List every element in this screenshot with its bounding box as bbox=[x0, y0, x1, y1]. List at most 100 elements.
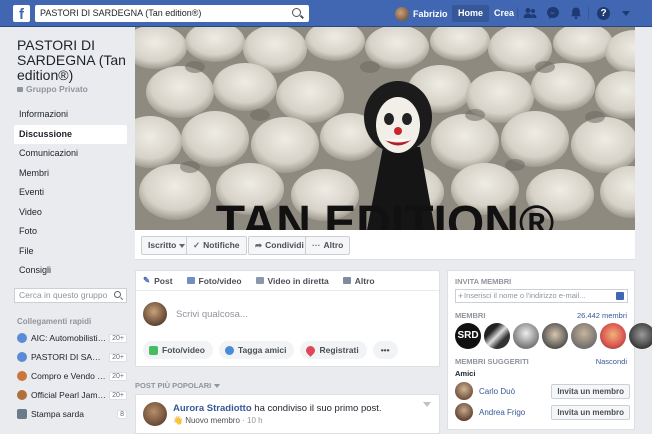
more-options-button[interactable]: ••• bbox=[372, 341, 398, 359]
avatar bbox=[395, 6, 409, 21]
shortcut-item[interactable]: PASTORI DI SARDEGN... 20+ bbox=[17, 348, 127, 366]
nav-item-consigli[interactable]: Consigli bbox=[14, 261, 127, 281]
nav-item-informazioni[interactable]: Informazioni bbox=[14, 105, 127, 125]
member-avatar[interactable]: SRD bbox=[455, 323, 481, 349]
group-search-input[interactable]: Cerca in questo gruppo bbox=[14, 288, 127, 303]
search-icon[interactable] bbox=[114, 291, 121, 298]
user-name: Fabrizio bbox=[413, 8, 448, 19]
group-nav: Informazioni Discussione Comunicazioni M… bbox=[14, 105, 127, 281]
shortcut-item[interactable]: Stampa sarda 8 bbox=[17, 405, 127, 423]
shortcut-label: PASTORI DI SARDEGN... bbox=[31, 352, 106, 362]
feed-sort-label: POST PIÙ POPOLARI bbox=[135, 381, 212, 390]
cover-image: TAN EDITION® bbox=[135, 27, 635, 230]
avatar bbox=[143, 302, 167, 326]
share-arrow-icon: ➦ bbox=[255, 240, 263, 250]
nav-item-discussione[interactable]: Discussione bbox=[14, 124, 127, 144]
member-avatar[interactable] bbox=[542, 323, 568, 349]
tab-more[interactable]: Altro bbox=[342, 276, 375, 286]
friend-requests-icon[interactable] bbox=[523, 6, 537, 20]
avatar[interactable] bbox=[455, 403, 473, 421]
search-icon[interactable] bbox=[292, 8, 301, 17]
shortcuts-header: Collegamenti rapidi bbox=[17, 317, 92, 326]
member-avatar[interactable] bbox=[513, 323, 539, 349]
photo-video-label: Foto/video bbox=[162, 345, 205, 355]
post-text: ha condiviso il suo primo post. bbox=[251, 403, 382, 414]
help-icon[interactable]: ? bbox=[597, 7, 610, 20]
chevron-down-icon bbox=[214, 384, 221, 389]
shortcut-item[interactable]: AIC: Automobilisti I... 20+ bbox=[17, 329, 127, 347]
nav-item-eventi[interactable]: Eventi bbox=[14, 183, 127, 203]
post-composer: ✎ Post Foto/video Video in diretta Altro… bbox=[135, 270, 440, 367]
post-header: Aurora Stradiotto ha condiviso il suo pr… bbox=[173, 403, 382, 414]
post-time[interactable]: · 10 h bbox=[242, 416, 262, 425]
joined-dropdown-button[interactable]: Iscritto bbox=[141, 236, 193, 255]
more-button[interactable]: ··· Altro bbox=[305, 236, 351, 255]
member-avatar[interactable] bbox=[571, 323, 597, 349]
member-avatar[interactable] bbox=[629, 323, 652, 349]
tab-live-video-label: Video in diretta bbox=[267, 275, 329, 286]
shortcut-badge: 20+ bbox=[109, 371, 127, 381]
shortcut-item[interactable]: Compro e Vendo C... 20+ bbox=[17, 367, 127, 385]
home-button[interactable]: Home bbox=[452, 5, 490, 22]
tab-post[interactable]: ✎ Post bbox=[143, 275, 173, 286]
address-book-icon[interactable] bbox=[616, 292, 624, 300]
pencil-icon: ✎ bbox=[143, 275, 151, 285]
new-member-badge: Nuovo membro bbox=[185, 416, 240, 425]
post-author[interactable]: Aurora Stradiotto bbox=[173, 403, 252, 414]
group-privacy: Gruppo Privato bbox=[17, 84, 88, 94]
suggested-member-name[interactable]: Carlo Duò bbox=[479, 387, 551, 396]
member-avatar[interactable] bbox=[600, 323, 626, 349]
photo-video-button[interactable]: Foto/video bbox=[143, 341, 213, 359]
cover-banner-text: TAN EDITION® bbox=[216, 197, 554, 230]
divider bbox=[517, 7, 518, 20]
member-avatar[interactable] bbox=[484, 323, 510, 349]
friends-label: Amici bbox=[455, 369, 476, 378]
top-bar: f PASTORI DI SARDEGNA (Tan edition®) Fab… bbox=[0, 0, 652, 27]
group-privacy-label: Gruppo Privato bbox=[26, 84, 88, 94]
hide-suggestions-link[interactable]: Nascondi bbox=[596, 357, 627, 366]
tab-post-label: Post bbox=[154, 275, 173, 286]
suggested-member-row: Andrea Frigo Invita un membro bbox=[455, 402, 630, 422]
group-title[interactable]: PASTORI DI SARDEGNA (Tan edition®) bbox=[17, 38, 132, 83]
notifications-button[interactable]: ✓ Notifiche bbox=[186, 236, 247, 255]
check-in-button[interactable]: Registrati bbox=[300, 341, 367, 359]
facebook-logo-icon[interactable]: f bbox=[13, 5, 30, 22]
group-search-placeholder: Cerca in questo gruppo bbox=[19, 290, 108, 300]
post-options-chevron-down-icon[interactable] bbox=[423, 402, 431, 407]
tag-friends-button[interactable]: Tagga amici bbox=[218, 341, 295, 359]
nav-item-video[interactable]: Video bbox=[14, 203, 127, 223]
share-button[interactable]: ➦ Condividi bbox=[248, 236, 311, 255]
create-button[interactable]: Crea bbox=[488, 5, 520, 22]
tab-photo-video[interactable]: Foto/video bbox=[186, 276, 242, 286]
nav-item-comunicazioni[interactable]: Comunicazioni bbox=[14, 144, 127, 164]
post-meta: 👋 Nuovo membro · 10 h bbox=[173, 416, 263, 425]
members-header: MEMBRI bbox=[455, 311, 486, 320]
suggested-member-name[interactable]: Andrea Frigo bbox=[479, 408, 551, 417]
composer-input[interactable]: Scrivi qualcosa... bbox=[143, 301, 432, 327]
invite-header: INVITA MEMBRI bbox=[455, 277, 512, 286]
avatar[interactable] bbox=[143, 402, 167, 426]
invite-member-button[interactable]: Invita un membro bbox=[551, 404, 630, 420]
nav-item-membri[interactable]: Membri bbox=[14, 164, 127, 184]
cover-photo[interactable]: TAN EDITION® bbox=[135, 27, 635, 230]
account-menu-chevron-down-icon[interactable] bbox=[622, 11, 630, 16]
invite-member-button[interactable]: Invita un membro bbox=[551, 383, 630, 399]
shortcut-item[interactable]: Official Pearl Jam T... 20+ bbox=[17, 386, 127, 404]
shortcut-badge: 20+ bbox=[109, 333, 127, 343]
search-input[interactable]: PASTORI DI SARDEGNA (Tan edition®) bbox=[35, 5, 309, 22]
group-icon bbox=[17, 352, 27, 362]
feed-sort[interactable]: POST PIÙ POPOLARI bbox=[135, 381, 221, 390]
nav-item-file[interactable]: File bbox=[14, 242, 127, 262]
messenger-icon[interactable] bbox=[546, 6, 560, 20]
nav-item-foto[interactable]: Foto bbox=[14, 222, 127, 242]
tab-live-video[interactable]: Video in diretta bbox=[255, 275, 329, 286]
search-value: PASTORI DI SARDEGNA (Tan edition®) bbox=[40, 8, 202, 18]
avatar[interactable] bbox=[455, 382, 473, 400]
share-label: Condividi bbox=[265, 240, 304, 250]
shortcut-label: AIC: Automobilisti I... bbox=[31, 333, 107, 343]
profile-link[interactable]: Fabrizio bbox=[395, 5, 448, 22]
location-pin-icon bbox=[304, 343, 318, 357]
invite-member-input[interactable]: + Inserisci il nome o l'indirizzo e-mail… bbox=[455, 289, 628, 303]
notifications-bell-icon[interactable] bbox=[569, 6, 583, 20]
members-count[interactable]: 26.442 membri bbox=[577, 311, 627, 320]
